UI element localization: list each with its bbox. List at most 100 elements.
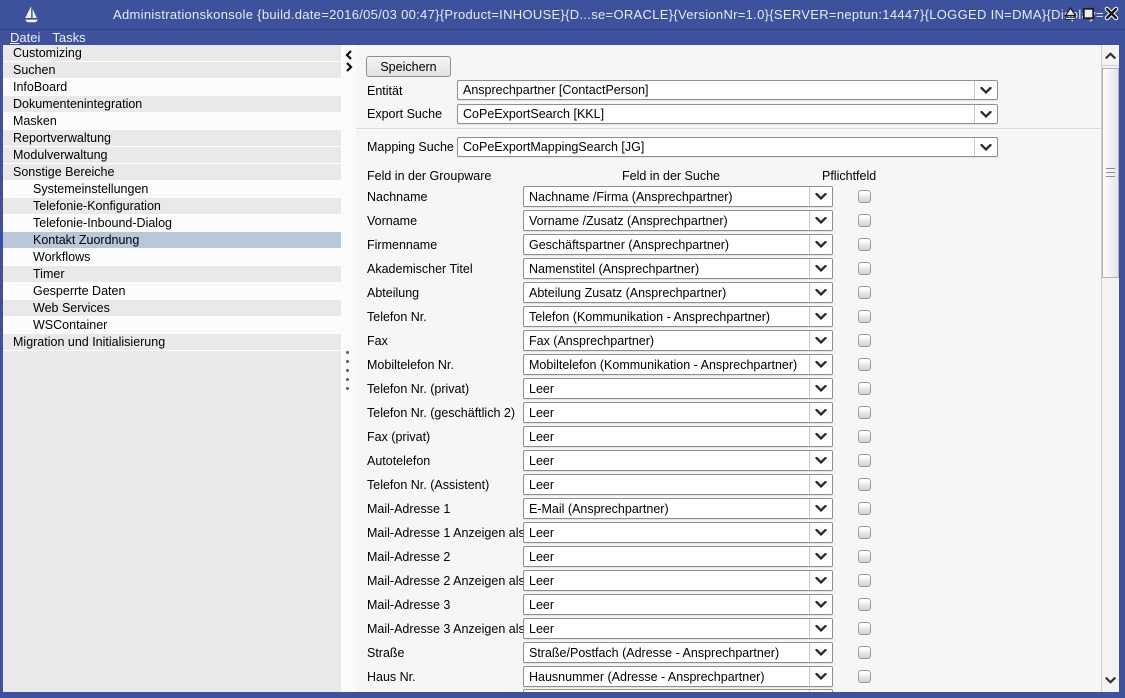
field-combobox[interactable]: E-Mail (Ansprechpartner) — [523, 498, 833, 519]
field-combobox[interactable]: Leer — [523, 618, 833, 639]
sidebar-item-kontakt-zuordnung[interactable]: Kontakt Zuordnung — [3, 232, 341, 249]
field-combobox[interactable]: Nachname /Firma (Ansprechpartner) — [523, 186, 833, 207]
mapping-row-telefon-nr-gesch-ftlich-2: Telefon Nr. (geschäftlich 2) Leer — [356, 402, 1101, 426]
required-checkbox[interactable] — [858, 454, 871, 467]
chevron-down-icon — [809, 571, 832, 590]
field-combobox[interactable]: Leer — [523, 546, 833, 567]
field-combobox[interactable]: Leer — [523, 594, 833, 615]
required-checkbox[interactable] — [858, 622, 871, 635]
scroll-down-button[interactable] — [1102, 670, 1119, 691]
sidebar-item-infoboard[interactable]: InfoBoard — [3, 79, 341, 96]
collapse-left-icon[interactable] — [345, 50, 353, 60]
sidebar-item-sonstige-bereiche[interactable]: Sonstige Bereiche — [3, 164, 341, 181]
required-checkbox[interactable] — [858, 478, 871, 491]
sidebar-item-modulverwaltung[interactable]: Modulverwaltung — [3, 147, 341, 164]
sidebar-item-dokumentenintegration[interactable]: Dokumentenintegration — [3, 96, 341, 113]
close-button[interactable] — [1104, 6, 1119, 21]
column-header-required: Pflichtfeld — [822, 169, 876, 183]
sailboat-app-icon — [24, 5, 40, 24]
field-label: Haus Nr. — [367, 670, 416, 684]
field-label: Abteilung — [367, 286, 419, 300]
required-checkbox[interactable] — [858, 526, 871, 539]
field-combobox[interactable]: Leer — [523, 402, 833, 423]
field-combobox[interactable]: Leer — [523, 474, 833, 495]
required-checkbox[interactable] — [858, 382, 871, 395]
field-label: Vorname — [367, 214, 417, 228]
save-button[interactable]: Speichern — [366, 56, 451, 77]
sidebar-item-reportverwaltung[interactable]: Reportverwaltung — [3, 130, 341, 147]
chevron-down-icon — [809, 643, 832, 662]
required-checkbox[interactable] — [858, 670, 871, 683]
field-label: Mail-Adresse 2 — [367, 550, 450, 564]
required-checkbox[interactable] — [858, 550, 871, 563]
minimize-button[interactable] — [1063, 6, 1078, 21]
chevron-down-icon — [809, 307, 832, 326]
chevron-down-icon — [809, 379, 832, 398]
required-checkbox[interactable] — [858, 406, 871, 419]
sidebar-item-timer[interactable]: Timer — [3, 266, 341, 283]
mapping-row-abteilung: Abteilung Abteilung Zusatz (Ansprechpart… — [356, 282, 1101, 306]
field-combobox[interactable]: Leer — [523, 450, 833, 471]
field-combobox[interactable]: Fax (Ansprechpartner) — [523, 330, 833, 351]
required-checkbox[interactable] — [858, 430, 871, 443]
sidebar-item-wscontainer[interactable]: WSContainer — [3, 317, 341, 334]
required-checkbox[interactable] — [858, 502, 871, 515]
field-combobox[interactable]: Leer — [523, 522, 833, 543]
required-checkbox[interactable] — [858, 646, 871, 659]
sidebar-item-customizing[interactable]: Customizing — [3, 45, 341, 62]
sidebar-item-migration-und-initialisierung[interactable]: Migration und Initialisierung — [3, 334, 341, 351]
scroll-up-button[interactable] — [1102, 45, 1119, 66]
required-checkbox[interactable] — [858, 598, 871, 611]
sidebar-item-workflows[interactable]: Workflows — [3, 249, 341, 266]
field-combobox[interactable]: Geschäftspartner (Ansprechpartner) — [523, 234, 833, 255]
field-combobox[interactable]: Mobiltelefon (Kommunikation - Ansprechpa… — [523, 354, 833, 375]
sidebar-item-suchen[interactable]: Suchen — [3, 62, 341, 79]
chevron-down-icon — [809, 187, 832, 206]
required-checkbox[interactable] — [858, 238, 871, 251]
sidebar-item-web-services[interactable]: Web Services — [3, 300, 341, 317]
field-combobox[interactable]: Straße/Postfach (Adresse - Ansprechpartn… — [523, 642, 833, 663]
sidebar-item-telefonie-konfiguration[interactable]: Telefonie-Konfiguration — [3, 198, 341, 215]
field-label: Mail-Adresse 3 Anzeigen als — [367, 622, 525, 636]
scrollbar-grip-icon — [1106, 168, 1115, 178]
required-checkbox[interactable] — [858, 214, 871, 227]
required-checkbox[interactable] — [858, 262, 871, 275]
field-combobox[interactable]: Abteilung Zusatz (Ansprechpartner) — [523, 282, 833, 303]
field-combobox[interactable]: Leer — [523, 426, 833, 447]
required-checkbox[interactable] — [858, 286, 871, 299]
divider-grip-icon[interactable] — [346, 351, 350, 393]
mapping-row-akademischer-titel: Akademischer Titel Namenstitel (Ansprech… — [356, 258, 1101, 282]
chevron-down-icon — [809, 523, 832, 542]
scrollbar-thumb[interactable] — [1102, 68, 1119, 278]
vertical-scrollbar[interactable] — [1101, 45, 1119, 692]
sidebar-item-telefonie-inbound-dialog[interactable]: Telefonie-Inbound-Dialog — [3, 215, 341, 232]
sidebar-item-masken[interactable]: Masken — [3, 113, 341, 130]
menu-datei[interactable]: Datei — [4, 30, 46, 45]
required-checkbox[interactable] — [858, 310, 871, 323]
splitpane-divider[interactable] — [341, 45, 356, 692]
chevron-down-icon — [809, 499, 832, 518]
field-combobox[interactable]: Telefon (Kommunikation - Ansprechpartner… — [523, 306, 833, 327]
mapping-search-label: Mapping Suche — [367, 140, 454, 154]
field-label: Mobiltelefon Nr. — [367, 358, 454, 372]
export-search-combobox[interactable]: CoPeExportSearch [KKL] — [457, 104, 998, 124]
sidebar-item-systemeinstellungen[interactable]: Systemeinstellungen — [3, 181, 341, 198]
field-combobox[interactable]: Vorname /Zusatz (Ansprechpartner) — [523, 210, 833, 231]
field-combobox[interactable]: Hausnummer (Adresse - Ansprechpartner) — [523, 666, 833, 687]
entity-combobox[interactable]: Ansprechpartner [ContactPerson] — [457, 80, 998, 100]
required-checkbox[interactable] — [858, 190, 871, 203]
field-combobox[interactable]: Namenstitel (Ansprechpartner) — [523, 258, 833, 279]
required-checkbox[interactable] — [858, 334, 871, 347]
sidebar-item-gesperrte-daten[interactable]: Gesperrte Daten — [3, 283, 341, 300]
field-combobox[interactable]: Leer — [523, 570, 833, 591]
field-combobox[interactable] — [523, 689, 833, 692]
field-combobox[interactable]: Leer — [523, 378, 833, 399]
expand-right-icon[interactable] — [345, 62, 353, 72]
mapping-search-combobox[interactable]: CoPeExportMappingSearch [JG] — [457, 137, 998, 157]
required-checkbox[interactable] — [858, 574, 871, 587]
mapping-row-telefon-nr: Telefon Nr. Telefon (Kommunikation - Ans… — [356, 306, 1101, 330]
menu-tasks[interactable]: Tasks — [46, 30, 91, 45]
required-checkbox[interactable] — [858, 358, 871, 371]
maximize-button[interactable] — [1081, 6, 1096, 21]
field-label: Nachname — [367, 190, 427, 204]
